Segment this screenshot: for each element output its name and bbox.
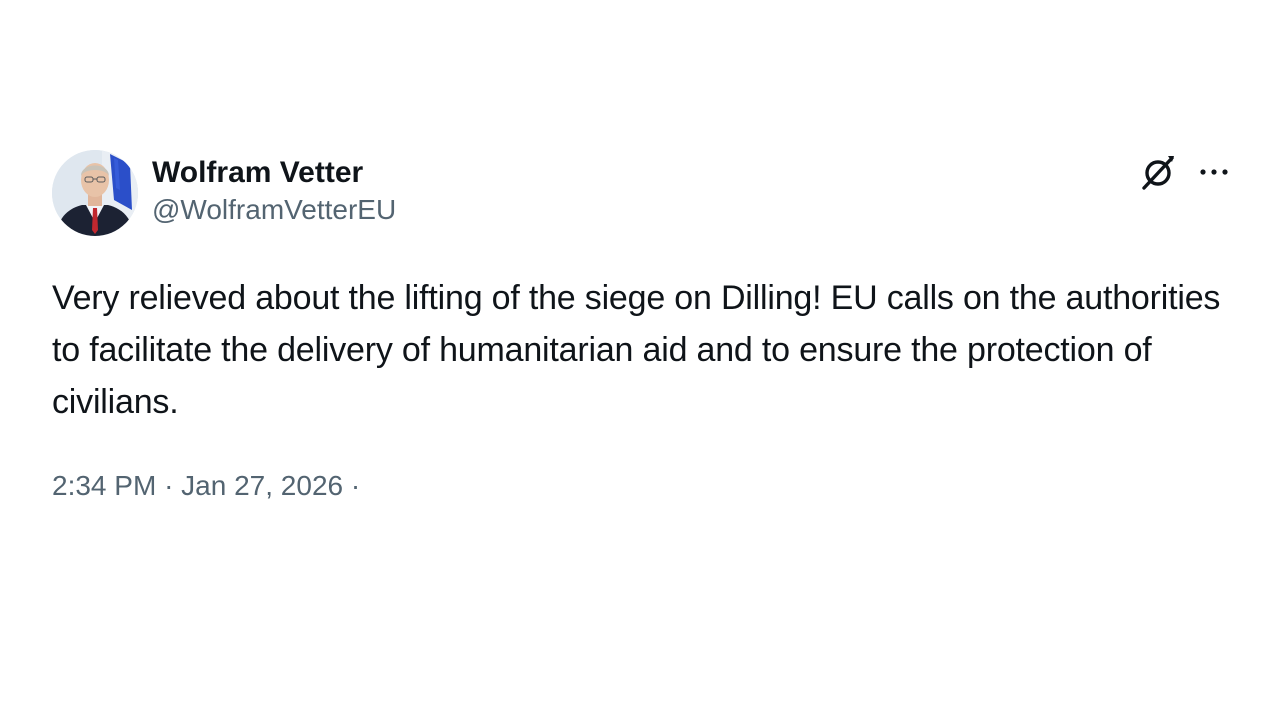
tweet-text: Very relieved about the lifting of the s… — [52, 279, 1221, 421]
grok-icon[interactable] — [1138, 152, 1178, 192]
author-avatar[interactable] — [52, 150, 138, 236]
avatar-photo-icon — [52, 150, 138, 236]
tweet-date[interactable]: Jan 27, 2026 — [181, 470, 343, 501]
tweet-actions — [1138, 152, 1232, 192]
tweet-time[interactable]: 2:34 PM — [52, 470, 156, 501]
meta-trailing-separator: · — [350, 470, 361, 501]
tweet-card: Wolfram Vetter @WolframVetterEU Very rel… — [52, 150, 1232, 510]
author-info: Wolfram Vetter @WolframVetterEU — [152, 154, 396, 228]
meta-separator: · — [164, 470, 174, 501]
author-display-name[interactable]: Wolfram Vetter — [152, 154, 396, 192]
tweet-metadata: 2:34 PM · Jan 27, 2026 · — [52, 468, 360, 504]
more-options-icon[interactable] — [1196, 154, 1232, 190]
author-handle[interactable]: @WolframVetterEU — [152, 192, 396, 228]
